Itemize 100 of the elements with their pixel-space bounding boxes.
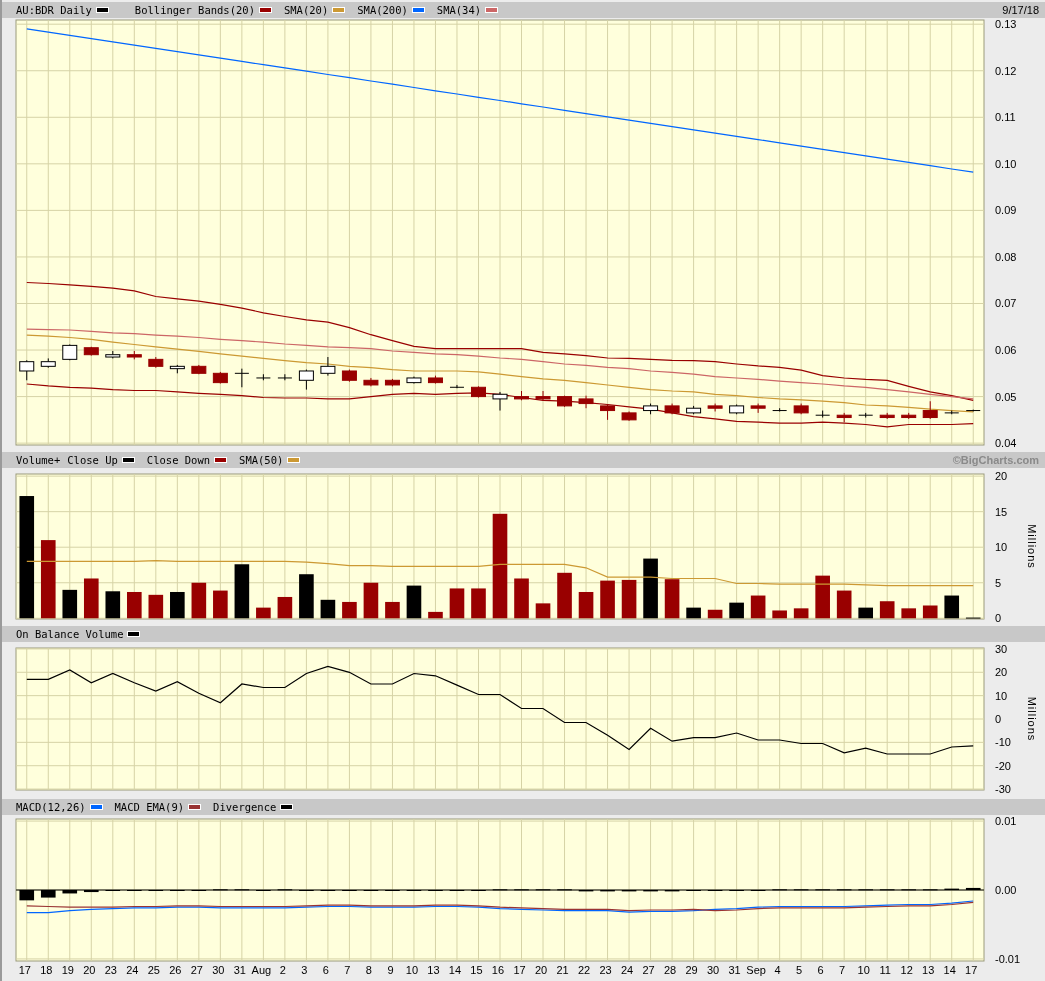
legend-label: SMA(20) <box>283 4 329 16</box>
legend-label: MACD EMA(9) <box>114 801 185 813</box>
legend-label: SMA(200) <box>357 4 408 16</box>
date-label: 17 <box>17 964 32 976</box>
axis-title: Millions <box>1026 524 1038 569</box>
date-label: 14 <box>447 964 463 976</box>
candlestick <box>19 359 35 381</box>
axis-tick-label: 0.09 <box>995 204 1017 217</box>
candlestick <box>621 411 637 422</box>
date-label: 22 <box>576 964 592 976</box>
legend-label: Close Down <box>146 454 211 466</box>
date-label: 30 <box>211 964 226 976</box>
candlestick <box>83 346 99 357</box>
legend-label: On Balance Volume <box>16 628 124 640</box>
axis-tick-label: 0.11 <box>995 111 1016 124</box>
candlestick <box>40 357 56 369</box>
volume-bar <box>299 574 314 619</box>
volume-bar <box>256 607 271 619</box>
volume-bar <box>772 610 787 619</box>
candlestick <box>600 404 616 421</box>
axis-title: Millions <box>1026 696 1038 742</box>
date-label: 11 <box>878 964 892 976</box>
candlestick <box>449 384 465 389</box>
candlestick <box>879 412 895 420</box>
date-label: 4 <box>773 964 782 976</box>
candlestick <box>578 395 594 409</box>
candlestick <box>836 412 852 423</box>
date-label: 15 <box>469 964 484 976</box>
axis-tick-label: 5 <box>995 576 1002 589</box>
date-label: 20 <box>82 964 97 976</box>
date-label: 7 <box>343 964 352 976</box>
candlestick <box>384 378 400 387</box>
candlestick <box>212 371 228 385</box>
date-label: 23 <box>598 964 613 976</box>
legend-label: MACD(12,26) <box>16 801 86 813</box>
candlestick <box>514 390 529 401</box>
volume-bar <box>901 608 916 619</box>
volume-bar <box>170 592 185 619</box>
date-label: Aug <box>250 964 273 976</box>
candlestick <box>148 356 164 369</box>
chart-date: 9/17/18 <box>1002 4 1039 16</box>
candlestick <box>492 391 508 412</box>
candlestick <box>298 369 314 391</box>
axis-tick-label: 30 <box>995 642 1008 655</box>
candlestick <box>643 403 659 415</box>
legend-swatch <box>95 7 109 13</box>
candlestick <box>234 368 250 388</box>
date-label: 10 <box>404 964 420 976</box>
axis-tick-label: 0 <box>995 713 1002 725</box>
axis-tick-label: 0.06 <box>995 344 1017 357</box>
date-label: 13 <box>426 964 441 976</box>
date-label: 28 <box>662 964 678 976</box>
volume-bar <box>62 589 78 619</box>
candlestick <box>363 377 379 387</box>
candlestick <box>471 385 486 398</box>
axis-tick-label: 0.12 <box>995 64 1017 77</box>
date-label: 2 <box>278 964 287 976</box>
axis-tick-label: 20 <box>995 470 1008 483</box>
date-label: 31 <box>727 964 742 976</box>
legend-label: SMA(34) <box>436 4 482 16</box>
volume-bar <box>514 578 529 619</box>
volume-bar <box>707 609 723 619</box>
date-label: 16 <box>490 964 506 976</box>
volume-bar <box>471 588 486 619</box>
volume-bar <box>815 575 830 619</box>
candlestick <box>664 403 680 415</box>
axis-tick-label: 0 <box>995 612 1002 625</box>
date-label: 27 <box>189 964 204 976</box>
date-label: 9 <box>386 964 395 976</box>
axis-tick-label: -0.01 <box>995 952 1021 965</box>
candlestick <box>858 412 874 419</box>
volume-bar <box>944 595 960 619</box>
date-label: 21 <box>555 964 570 976</box>
date-label: 27 <box>641 964 656 976</box>
date-label: 30 <box>705 964 721 976</box>
candlestick <box>557 395 573 408</box>
candlestick <box>406 376 422 385</box>
volume-bar <box>600 580 615 619</box>
axis-tick-label: 0.10 <box>995 157 1017 170</box>
date-label: 3 <box>300 964 309 976</box>
candlestick <box>772 407 788 412</box>
date-label: 24 <box>619 964 635 976</box>
date-label: 25 <box>146 964 161 976</box>
candlestick <box>922 400 938 420</box>
candlestick <box>729 404 745 415</box>
date-label: 18 <box>39 964 54 976</box>
date-label: 24 <box>125 964 140 976</box>
date-label: 10 <box>856 964 871 976</box>
axis-tick-label: 10 <box>995 689 1008 702</box>
axis-tick-label: 0.01 <box>995 815 1017 828</box>
candlestick <box>427 375 443 385</box>
axis-tick-label: 0.08 <box>995 250 1017 263</box>
axis-tick-label: -20 <box>995 759 1011 772</box>
axis-tick-label: 20 <box>995 666 1008 679</box>
date-label: 6 <box>321 964 330 976</box>
volume-bar <box>557 572 572 619</box>
legend-label: Close Up <box>67 454 118 466</box>
candlestick <box>341 369 357 383</box>
candlestick <box>535 390 551 401</box>
axis-tick-label: 0.05 <box>995 390 1017 403</box>
